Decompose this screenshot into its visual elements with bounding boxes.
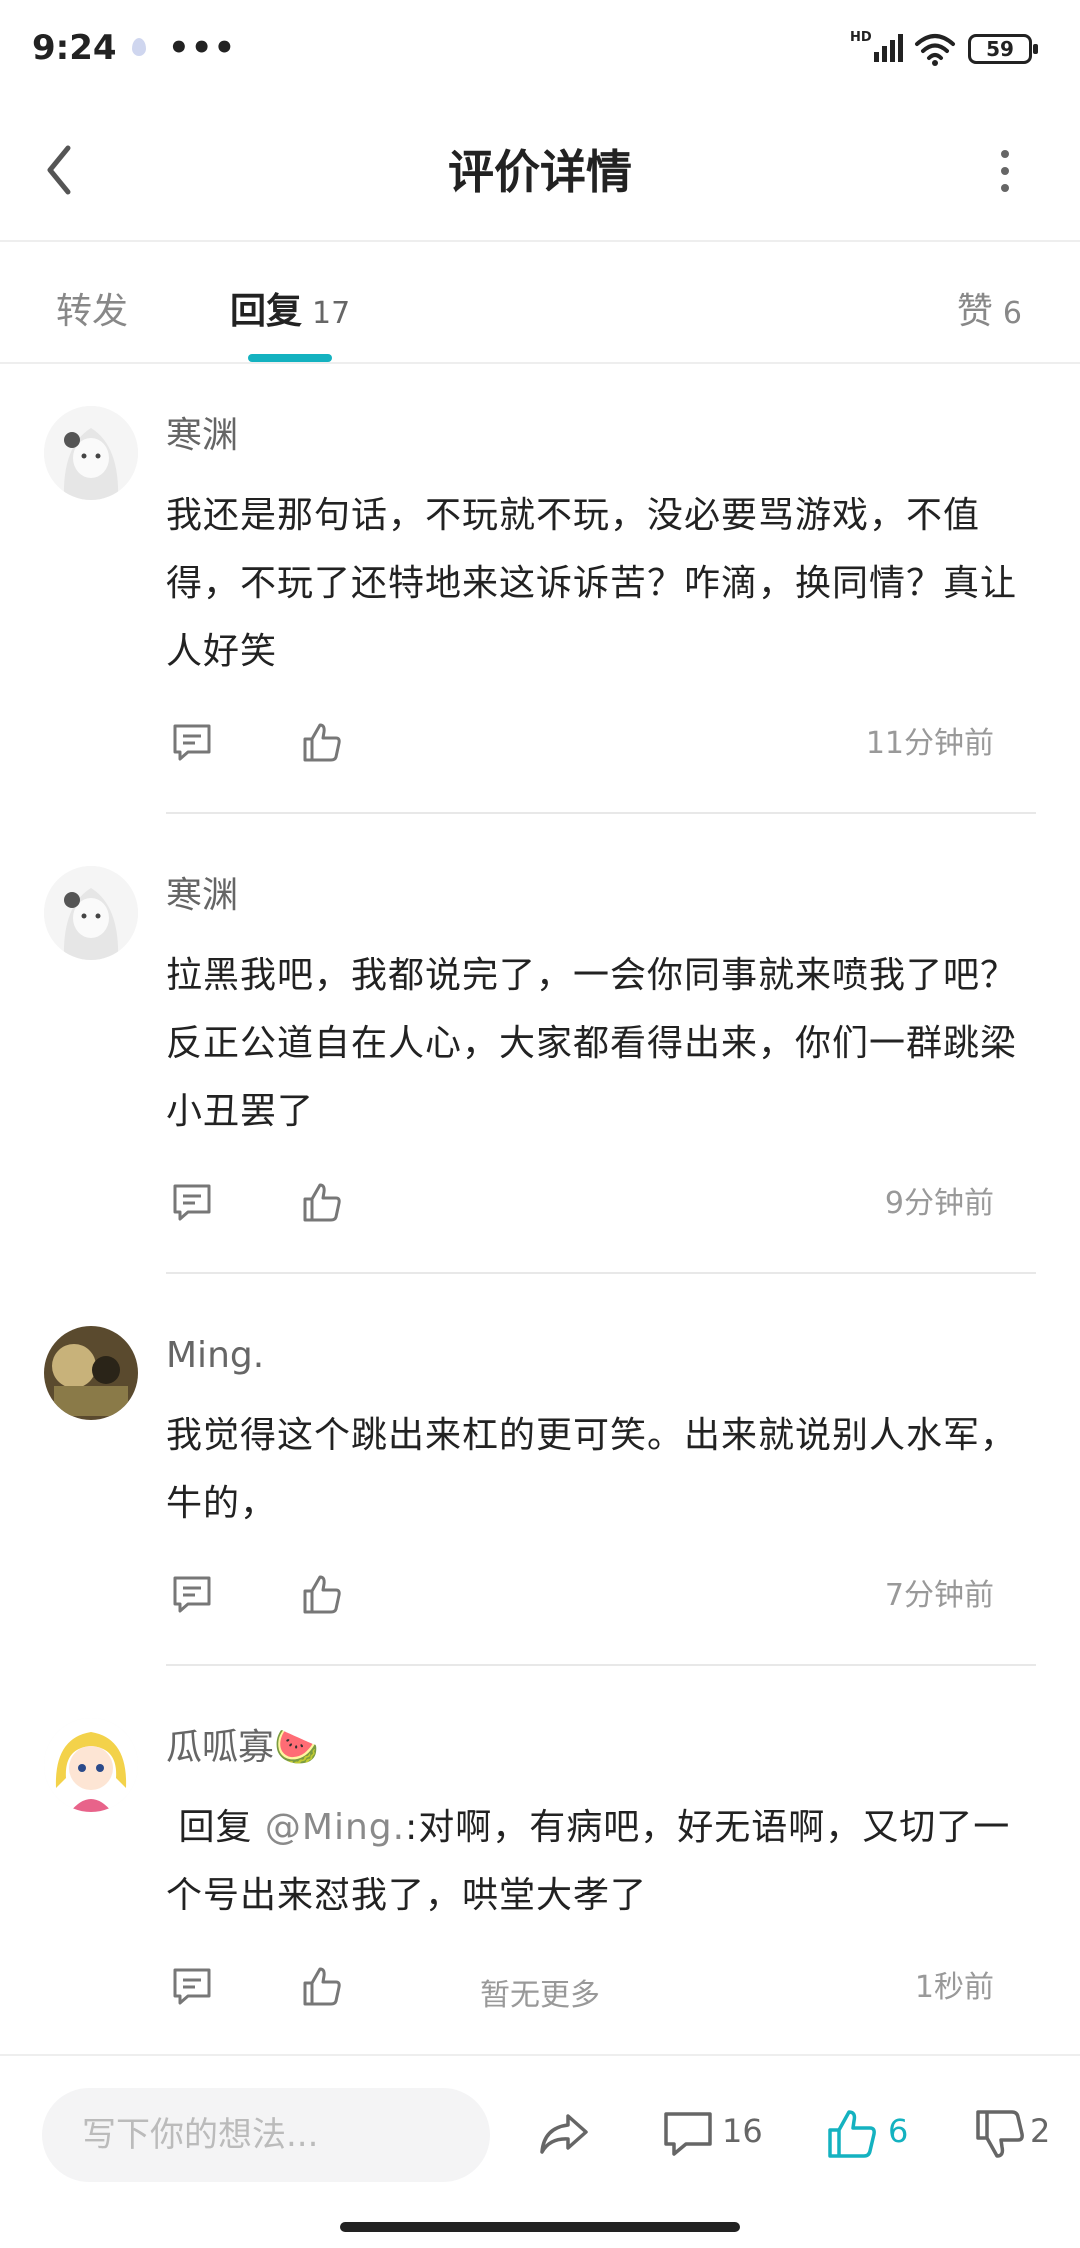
comment-text: 回复 @Ming.:对啊，有病吧，好无语啊，又切了一个号出来怼我了，哄堂大孝了 (166, 1794, 1036, 1930)
tab-like-count: 6 (1002, 296, 1022, 331)
status-bar: 9:24 ••• HD 59 (0, 0, 1080, 100)
tab-reply-count: 17 (312, 296, 351, 331)
photo-avatar-icon (44, 1326, 138, 1420)
comment-list: 寒渊 我还是那句话，不玩就不玩，没必要骂游戏，不值得，不玩了还特地来这诉诉苦？咋… (0, 366, 1080, 2058)
comment-username[interactable]: 寒渊 (166, 406, 1036, 466)
comment-text: 我还是那句话，不玩就不玩，没必要骂游戏，不值得，不玩了还特地来这诉诉苦？咋滴，换… (166, 495, 1018, 672)
thumbs-up-icon[interactable] (300, 1180, 344, 1224)
tab-like[interactable]: 赞6 (957, 282, 1022, 334)
status-time: 9:24 (32, 28, 117, 68)
comment-username[interactable]: 瓜呱寡🍉 (166, 1718, 1036, 1778)
notification-drop-icon (132, 38, 146, 56)
comment-actions: 7分钟前 (166, 1560, 1036, 1640)
dislike-count: 2 (1030, 2112, 1051, 2150)
detail-tabs: 转发 回复 17 赞6 (0, 242, 1080, 364)
comment-text: 拉黑我吧，我都说完了，一会你同事就来喷我了吧？反正公道自在人心，大家都看得出来，… (166, 955, 1018, 1132)
anime-girl-avatar-icon (44, 866, 138, 960)
comment-actions: 11分钟前 (166, 708, 1036, 788)
comment-input[interactable]: 写下你的想法... (42, 2088, 490, 2182)
avatar[interactable] (44, 866, 138, 960)
bottom-action-bar: 写下你的想法... 16 6 2 (0, 2054, 1080, 2206)
comment-username[interactable]: 寒渊 (166, 866, 1036, 926)
more-vertical-icon[interactable] (990, 146, 1020, 196)
comment-text: 我觉得这个跳出来杠的更可笑。出来就说别人水军，牛的， (166, 1415, 1018, 1524)
comment-item: 寒渊 拉黑我吧，我都说完了，一会你同事就来喷我了吧？反正公道自在人心，大家都看得… (0, 814, 1080, 1274)
comment-time: 9分钟前 (884, 1186, 994, 1221)
comment-item: 寒渊 我还是那句话，不玩就不玩，没必要骂游戏，不值得，不玩了还特地来这诉诉苦？咋… (0, 366, 1080, 814)
thumbs-down-icon[interactable] (972, 2106, 1028, 2162)
tab-forward-label: 转发 (56, 291, 129, 332)
home-indicator[interactable] (340, 2222, 740, 2232)
top-nav: 评价详情 (0, 100, 1080, 242)
tab-like-label: 赞 (956, 291, 993, 332)
hd-label: HD (850, 30, 872, 45)
more-notifications-icon: ••• (168, 28, 237, 68)
reply-prefix: 回复 (166, 1807, 265, 1848)
page-title: 评价详情 (448, 145, 632, 199)
wifi-icon (915, 34, 955, 66)
no-more-label: 暂无更多 (480, 1978, 600, 2013)
avatar[interactable] (44, 1326, 138, 1420)
comment-icon[interactable] (660, 2106, 716, 2162)
share-icon[interactable] (536, 2106, 592, 2162)
thumbs-up-icon[interactable] (300, 720, 344, 764)
like-count: 6 (888, 2112, 909, 2150)
reply-icon[interactable] (170, 1572, 214, 1616)
comment-username[interactable]: Ming. (166, 1326, 1036, 1386)
comment-count: 16 (722, 2112, 763, 2150)
reply-icon[interactable] (170, 1180, 214, 1224)
avatar[interactable] (44, 1718, 138, 1812)
cartoon-girl-avatar-icon (44, 1718, 138, 1812)
signal-icon (874, 34, 903, 62)
thumbs-up-active-icon[interactable] (824, 2106, 880, 2162)
comment-actions: 9分钟前 (166, 1168, 1036, 1248)
tab-reply-label: 回复 (230, 291, 303, 332)
tab-forward[interactable]: 转发 (56, 282, 128, 334)
anime-girl-avatar-icon (44, 406, 138, 500)
comment-time: 11分钟前 (865, 726, 994, 761)
reply-icon[interactable] (170, 720, 214, 764)
avatar[interactable] (44, 406, 138, 500)
thumbs-up-icon[interactable] (300, 1572, 344, 1616)
tab-active-indicator (248, 354, 332, 362)
comment-item: Ming. 我觉得这个跳出来杠的更可笑。出来就说别人水军，牛的， 7分钟前 (0, 1274, 1080, 1666)
tab-reply[interactable]: 回复 17 (230, 282, 350, 334)
mention-link[interactable]: @Ming. (265, 1807, 405, 1848)
battery-icon: 59 (968, 34, 1038, 64)
comment-time: 7分钟前 (884, 1578, 994, 1613)
